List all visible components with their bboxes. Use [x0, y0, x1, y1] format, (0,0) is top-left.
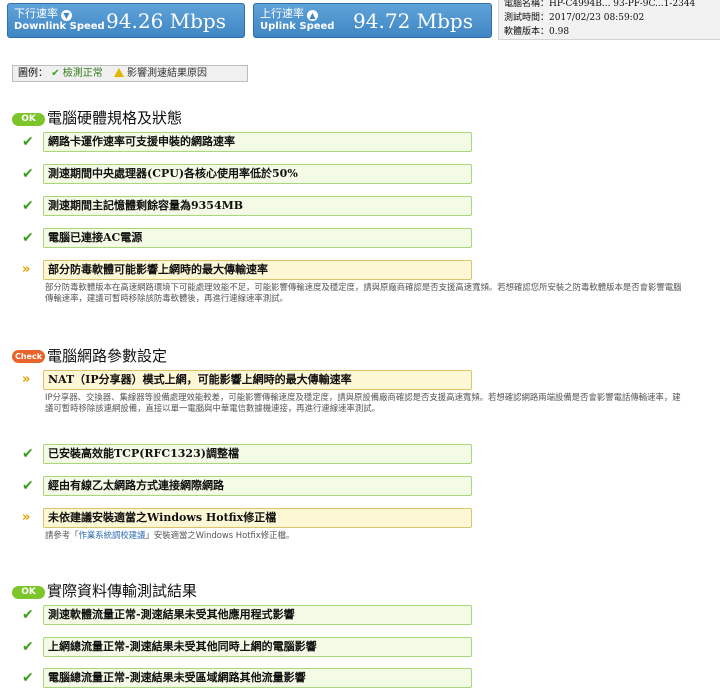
software-version-label: 軟體版本：: [504, 27, 550, 37]
item-description: 部分防毒軟體版本在高速網路環境下可能處理效能不足，可能影響傳輸速度及穩定度，請與…: [45, 282, 682, 303]
item-label: 測速期間主記憶體剩餘容量為9354MB: [43, 196, 472, 216]
test-time-value: 2017/02/23 08:59:02: [549, 13, 645, 23]
desc-suffix: 」安裝適當之Windows Hotfix修正檔。: [145, 530, 295, 540]
item-label: 測速軟體流量正常-測速結果未受其他應用程式影響: [43, 605, 472, 625]
item-label: 未依建議安裝適當之Windows Hotfix修正檔: [43, 508, 472, 528]
legend-prefix: 圖例：: [18, 68, 48, 79]
check-badge: Check: [12, 350, 45, 363]
test-info-panel: 電腦名稱：HP-C4994B... 93-PF-9C...1-2344 測試時間…: [498, 0, 720, 40]
desc-prefix: 請參考「: [45, 530, 79, 540]
check-icon: ✔: [22, 134, 34, 150]
computer-name-line: 電腦名稱：HP-C4994B... 93-PF-9C...1-2344: [504, 0, 696, 9]
check-icon: ✔: [22, 198, 34, 214]
os-tuning-link[interactable]: 作業系統調校建議: [79, 530, 146, 540]
downlink-label-en: Downlink Speed: [14, 21, 105, 32]
arrow-down-circle-icon: ▼: [61, 10, 72, 21]
item-label: 部分防毒軟體可能影響上網時的最大傳輸速率: [43, 260, 472, 280]
item-label: 已安裝高效能TCP(RFC1323)調整檔: [43, 444, 472, 464]
software-version-value: 0.98: [549, 27, 570, 37]
item-label: 測速期間中央處理器(CPU)各核心使用率低於50%: [43, 164, 472, 184]
ok-badge: OK: [12, 586, 45, 599]
legend-warn-label: 影響測速結果原因: [126, 68, 207, 79]
double-chevron-right-icon: »: [22, 262, 30, 277]
downlink-label-zh: 下行速率: [14, 7, 58, 20]
arrow-up-circle-icon: ▲: [307, 10, 318, 21]
item-description: 請參考「作業系統調校建議」安裝適當之Windows Hotfix修正檔。: [45, 530, 687, 541]
uplink-label-zh: 上行速率: [260, 7, 304, 20]
legend: 圖例： ✔ 檢測正常 影響測速結果原因: [12, 65, 248, 82]
section-title-text: 電腦硬體規格及狀態: [47, 109, 183, 127]
warning-icon: [113, 68, 124, 77]
check-icon: ✔: [51, 68, 60, 79]
check-icon: ✔: [22, 230, 34, 246]
uplink-speed-panel: 上行速率 ▲ Uplink Speed 94.72 Mbps: [253, 3, 492, 38]
downlink-speed-panel: 下行速率 ▼ Downlink Speed 94.26 Mbps: [7, 3, 245, 38]
section-transfer-title: OK 實際資料傳輸測試結果: [12, 581, 197, 601]
item-label: 網路卡運作速率可支援申裝的網路速率: [43, 132, 472, 152]
item-description: IP分享器、交換器、集線器等設備處理效能較差，可能影響傳輸速度及穩定度，請與原設…: [45, 392, 681, 413]
check-icon: ✔: [22, 166, 34, 182]
double-chevron-right-icon: »: [22, 510, 30, 525]
test-time-label: 測試時間：: [504, 13, 550, 23]
section-title-text: 電腦網路參數設定: [47, 347, 168, 365]
check-icon: ✔: [22, 670, 34, 686]
item-label: 上網總流量正常-測速結果未受其他同時上網的電腦影響: [43, 637, 472, 657]
check-icon: ✔: [22, 639, 34, 655]
item-label: NAT（IP分享器）模式上網，可能影響上網時的最大傳輸速率: [43, 370, 472, 390]
uplink-speed-value: 94.72 Mbps: [353, 9, 473, 33]
check-icon: ✔: [22, 478, 34, 494]
section-title-text: 實際資料傳輸測試結果: [47, 582, 198, 600]
item-label: 電腦總流量正常-測速結果未受區域網路其他流量影響: [43, 668, 472, 688]
uplink-label-en: Uplink Speed: [260, 21, 335, 32]
double-chevron-right-icon: »: [22, 372, 30, 387]
ok-badge: OK: [12, 113, 45, 126]
item-label: 電腦已連接AC電源: [43, 228, 472, 248]
check-icon: ✔: [22, 446, 34, 462]
downlink-speed-value: 94.26 Mbps: [106, 9, 226, 33]
item-label: 經由有線乙太網路方式連接網際網路: [43, 476, 472, 496]
section-network-title: Check 電腦網路參數設定: [12, 346, 167, 366]
section-hardware-title: OK 電腦硬體規格及狀態: [12, 108, 182, 128]
check-icon: ✔: [22, 607, 34, 623]
legend-ok-label: 檢測正常: [62, 68, 103, 79]
